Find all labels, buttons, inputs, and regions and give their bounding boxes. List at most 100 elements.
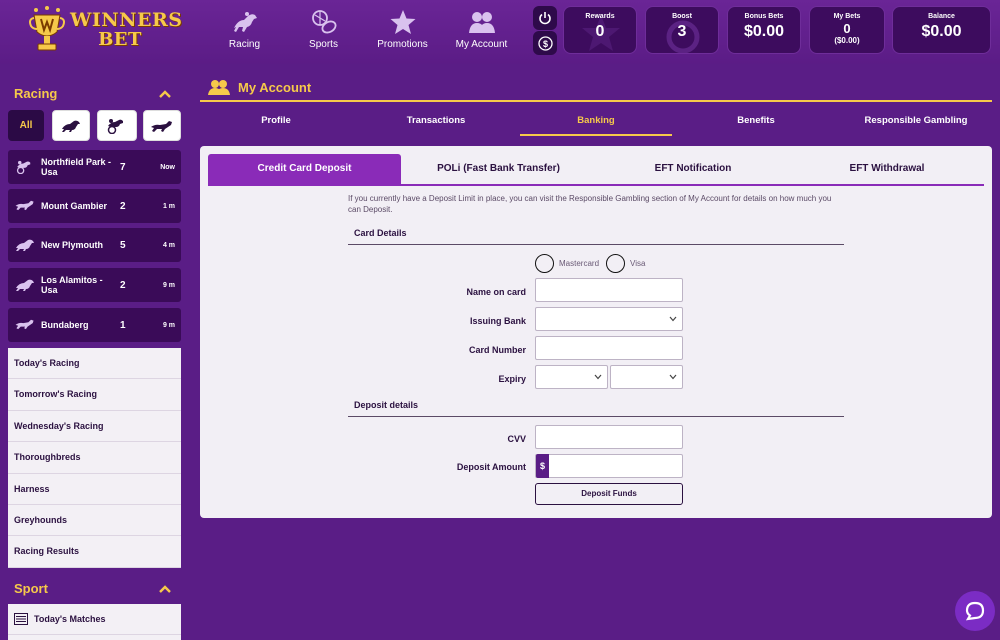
deposit-amount-input[interactable]: $ <box>535 454 683 478</box>
chat-bubble-icon <box>965 601 985 621</box>
sports-balls-icon <box>311 10 336 34</box>
race-venue: New Plymouth <box>41 240 104 250</box>
bonus-bets-label: Bonus Bets <box>744 13 784 20</box>
race-item-bundaberg[interactable]: Bundaberg 1 9 m <box>8 308 181 342</box>
my-bets-stat[interactable]: My Bets 0 ($0.00) <box>809 6 885 54</box>
sidebar-link-greyhounds[interactable]: Greyhounds <box>8 505 181 537</box>
balance-stat[interactable]: Balance $0.00 <box>892 6 991 54</box>
logout-button[interactable] <box>533 6 557 30</box>
subtab-eft-withdrawal[interactable]: EFT Withdrawal <box>790 154 984 184</box>
nav-racing[interactable]: Racing <box>205 8 284 56</box>
todays-matches-label: Today's Matches <box>34 614 106 624</box>
sidebar-link-todays-racing[interactable]: Today's Racing <box>8 348 181 380</box>
power-icon <box>539 12 551 25</box>
sidebar-link-racing-results[interactable]: Racing Results <box>8 536 181 568</box>
race-number: 5 <box>120 239 126 251</box>
tab-banking[interactable]: Banking <box>520 110 672 136</box>
visa-radio[interactable] <box>606 254 625 273</box>
currency-prefix: $ <box>536 454 549 478</box>
issuing-bank-select[interactable] <box>535 307 683 331</box>
top-header: WINNERS BET Racing Sports Promotions My … <box>0 0 1000 64</box>
subtab-underline <box>208 184 984 186</box>
star-icon <box>390 10 415 34</box>
race-venue: Bundaberg <box>41 320 89 330</box>
rewards-value: 0 <box>595 23 605 40</box>
header-divider <box>200 100 992 102</box>
chevron-down-icon <box>669 374 677 380</box>
race-item-northfield-park[interactable]: Northfield Park - Usa 7 Now <box>8 150 181 184</box>
nav-sports[interactable]: Sports <box>284 8 363 56</box>
race-number: 2 <box>120 279 126 291</box>
sidebar-link-harness[interactable]: Harness <box>8 474 181 505</box>
sport-section-heading[interactable]: Sport <box>14 581 180 601</box>
greyhound-icon <box>15 319 34 330</box>
nav-promotions-label: Promotions <box>377 39 428 50</box>
horse-icon <box>16 239 34 251</box>
race-item-new-plymouth[interactable]: New Plymouth 5 4 m <box>8 228 181 262</box>
filter-harness-button[interactable] <box>97 110 137 141</box>
card-number-label: Card Number <box>468 345 526 355</box>
racing-heading-text: Racing <box>14 86 58 101</box>
sidebar-link-thoroughbreds[interactable]: Thoroughbreds <box>8 442 181 474</box>
race-item-los-alamitos[interactable]: Los Alamitos - Usa 2 9 m <box>8 268 181 302</box>
page-title: My Account <box>238 79 312 95</box>
nav-my-account[interactable]: My Account <box>442 8 521 56</box>
filter-thoroughbred-button[interactable] <box>52 110 90 141</box>
race-number: 1 <box>120 319 126 331</box>
race-time: 4 m <box>162 241 175 249</box>
filter-greyhound-button[interactable] <box>143 110 181 141</box>
boost-label: Boost <box>672 13 692 20</box>
card-number-input[interactable] <box>535 336 683 360</box>
cvv-label: CVV <box>507 434 526 444</box>
rewards-stat[interactable]: Rewards 0 <box>563 6 637 54</box>
tab-transactions[interactable]: Transactions <box>360 110 512 136</box>
banking-panel: Credit Card Deposit POLi (Fast Bank Tran… <box>200 146 992 518</box>
deposit-amount-label: Deposit Amount <box>456 462 526 472</box>
boost-stat[interactable]: Boost 3 <box>645 6 719 54</box>
dollar-circle-icon: $ <box>537 35 553 51</box>
race-item-mount-gambier[interactable]: Mount Gambier 2 1 m <box>8 189 181 223</box>
deposit-funds-button[interactable]: Deposit Funds <box>535 483 683 505</box>
nav-racing-label: Racing <box>228 39 261 50</box>
account-tabs: Profile Transactions Banking Benefits Re… <box>200 110 992 136</box>
balance-label: Balance <box>928 13 955 20</box>
subtab-credit-card-deposit[interactable]: Credit Card Deposit <box>208 154 401 184</box>
my-bets-amount: ($0.00) <box>834 36 860 45</box>
nav-sports-label: Sports <box>309 39 338 50</box>
subtab-poli[interactable]: POLi (Fast Bank Transfer) <box>401 154 596 184</box>
deposit-details-rule <box>348 416 844 417</box>
live-chat-button[interactable] <box>955 591 995 631</box>
filter-all-button[interactable]: All <box>8 110 44 141</box>
scoreboard-icon <box>14 613 28 625</box>
sidebar-link-wednesdays-racing[interactable]: Wednesday's Racing <box>8 411 181 443</box>
brand-logo[interactable]: WINNERS BET <box>28 4 182 56</box>
horse-icon <box>16 279 34 291</box>
deposit-shortcut-button[interactable]: $ <box>533 31 557 55</box>
mastercard-radio[interactable] <box>535 254 554 273</box>
expiry-month-select[interactable] <box>535 365 608 389</box>
brand-name: WINNERS BET <box>70 10 182 50</box>
horse-racing-icon <box>233 12 257 32</box>
sidebar-link-todays-matches[interactable]: Today's Matches <box>8 604 181 635</box>
sport-links-list: Today's Matches <box>8 604 181 640</box>
racing-section-heading[interactable]: Racing <box>14 86 180 106</box>
sidebar-link-tomorrows-racing[interactable]: Tomorrow's Racing <box>8 379 181 411</box>
tab-profile[interactable]: Profile <box>200 110 352 136</box>
chevron-down-icon <box>594 374 602 380</box>
svg-text:$: $ <box>542 39 547 49</box>
tab-benefits[interactable]: Benefits <box>680 110 832 136</box>
subtab-eft-notification[interactable]: EFT Notification <box>596 154 790 184</box>
expiry-year-select[interactable] <box>610 365 683 389</box>
bonus-bets-stat[interactable]: Bonus Bets $0.00 <box>727 6 801 54</box>
name-on-card-label: Name on card <box>466 287 526 297</box>
tab-responsible-gambling[interactable]: Responsible Gambling <box>840 110 992 136</box>
cvv-input[interactable] <box>535 425 683 449</box>
name-on-card-input[interactable] <box>535 278 683 302</box>
chevron-up-icon <box>159 90 171 98</box>
boost-value: 3 <box>677 23 687 40</box>
deposit-details-heading: Deposit details <box>354 400 419 410</box>
race-time: 1 m <box>162 202 175 210</box>
bonus-bets-value: $0.00 <box>743 23 785 40</box>
expiry-label: Expiry <box>498 374 526 384</box>
nav-promotions[interactable]: Promotions <box>363 8 442 56</box>
